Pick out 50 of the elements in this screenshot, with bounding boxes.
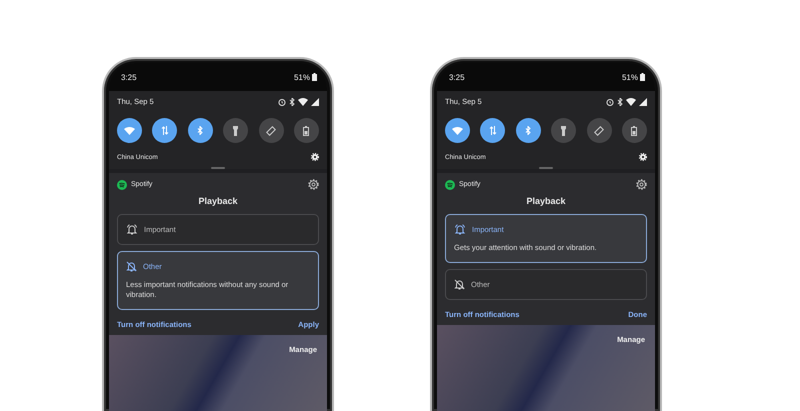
rotate-icon	[594, 126, 604, 136]
rotate-tile[interactable]	[258, 118, 284, 143]
wifi-tile[interactable]	[117, 118, 142, 143]
bell-off-icon	[454, 278, 465, 290]
bluetooth-icon	[289, 98, 295, 106]
bluetooth-icon	[197, 126, 204, 135]
alarm-icon	[278, 98, 286, 106]
battery-percent: 51%	[622, 72, 638, 82]
app-logo-icon	[445, 180, 455, 190]
battery-icon	[312, 73, 317, 81]
settings-icon[interactable]	[308, 179, 319, 190]
battery-tile[interactable]	[294, 118, 319, 143]
signal-icon	[311, 98, 319, 106]
battery-icon	[631, 126, 638, 136]
bell-icon	[126, 224, 138, 235]
bell-off-icon	[126, 261, 137, 272]
rotate-icon	[266, 126, 276, 136]
drag-handle[interactable]	[539, 167, 553, 169]
flashlight-icon	[233, 126, 238, 136]
bluetooth-icon	[617, 98, 623, 106]
flashlight-tile[interactable]	[223, 118, 248, 143]
alarm-icon	[606, 98, 614, 106]
bluetooth-icon	[525, 126, 532, 135]
wifi-tile[interactable]	[445, 118, 470, 143]
battery-icon	[640, 73, 645, 81]
flashlight-icon	[561, 126, 566, 136]
clock-text: 3:25	[121, 72, 137, 82]
channel-title: Playback	[525, 196, 567, 206]
drag-handle[interactable]	[211, 167, 225, 169]
settings-icon[interactable]	[636, 179, 647, 190]
battery-icon	[303, 126, 310, 136]
wifi-icon	[124, 126, 135, 134]
flashlight-tile[interactable]	[551, 118, 576, 143]
wifi-icon	[626, 98, 636, 106]
data-tile[interactable]	[152, 118, 178, 143]
app-logo-icon	[117, 180, 127, 190]
signal-icon	[639, 98, 647, 106]
battery-percent: 51%	[294, 72, 310, 82]
bluetooth-tile[interactable]	[516, 118, 541, 143]
data-tile[interactable]	[480, 118, 506, 143]
bell-icon	[454, 224, 466, 235]
data-arrows-icon	[160, 126, 169, 135]
data-arrows-icon	[488, 126, 497, 135]
bluetooth-tile[interactable]	[188, 118, 213, 143]
channel-title: Playback	[197, 196, 239, 206]
wifi-icon	[298, 98, 308, 106]
battery-tile[interactable]	[622, 118, 647, 143]
rotate-tile[interactable]	[586, 118, 612, 143]
clock-text: 3:25	[449, 72, 465, 82]
wifi-icon	[452, 126, 463, 134]
